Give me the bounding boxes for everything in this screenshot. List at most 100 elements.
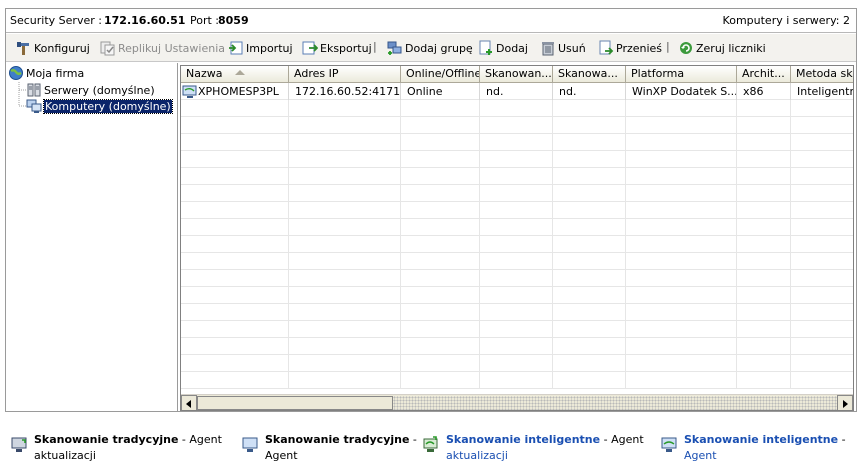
empty-table-row xyxy=(181,100,853,117)
smart-update-agent-icon xyxy=(423,436,438,452)
empty-cell xyxy=(737,321,791,338)
column-header-online[interactable]: Online/Offline xyxy=(401,66,480,83)
empty-cell xyxy=(626,287,737,304)
empty-cell xyxy=(553,304,626,321)
scrollbar-thumb[interactable] xyxy=(197,396,393,410)
empty-cell xyxy=(553,100,626,117)
empty-cell xyxy=(480,270,553,287)
column-header-scan-1[interactable]: Skanowan... xyxy=(480,66,553,83)
tree-item-my-company[interactable]: Moja firma xyxy=(8,65,84,81)
empty-cell xyxy=(181,202,289,219)
empty-cell xyxy=(791,134,853,151)
scrollbar-track[interactable] xyxy=(393,396,837,410)
empty-cell xyxy=(181,338,289,355)
column-header-scan-method[interactable]: Metoda ska... xyxy=(791,66,853,83)
empty-cell xyxy=(401,185,480,202)
empty-table-row xyxy=(181,270,853,287)
empty-table-row xyxy=(181,321,853,338)
empty-cell xyxy=(737,151,791,168)
configure-button[interactable]: Konfiguruj xyxy=(16,39,90,57)
empty-cell xyxy=(289,355,401,372)
empty-table-row xyxy=(181,372,853,389)
table-body: XPHOMESP3PL 172.16.60.52:41719 Online nd… xyxy=(181,83,853,394)
tree-item-servers-default[interactable]: Serwery (domyślne) xyxy=(26,82,155,98)
empty-table-row xyxy=(181,355,853,372)
reset-counters-icon xyxy=(680,42,692,54)
cell-scan-1: nd. xyxy=(480,83,553,100)
empty-cell xyxy=(553,219,626,236)
export-icon xyxy=(302,41,318,55)
empty-cell xyxy=(401,321,480,338)
table-row[interactable]: XPHOMESP3PL 172.16.60.52:41719 Online nd… xyxy=(181,83,853,100)
empty-cell xyxy=(791,151,853,168)
export-button[interactable]: Eksportuj xyxy=(302,39,372,57)
empty-cell xyxy=(737,202,791,219)
empty-cell xyxy=(289,236,401,253)
empty-cell xyxy=(626,253,737,270)
empty-cell xyxy=(401,355,480,372)
empty-cell xyxy=(626,321,737,338)
empty-cell xyxy=(181,287,289,304)
sort-ascending-icon xyxy=(235,70,245,75)
empty-table-row xyxy=(181,219,853,236)
empty-cell xyxy=(553,355,626,372)
empty-cell xyxy=(289,253,401,270)
empty-cell xyxy=(401,270,480,287)
toolbar: Konfiguruj Replikuj Ustawienia Importuj … xyxy=(6,34,856,62)
empty-cell xyxy=(289,185,401,202)
reset-counters-button[interactable]: Zeruj liczniki xyxy=(678,39,766,57)
computers-table: Nazwa Adres IP Online/Offline Skanowan..… xyxy=(180,65,854,411)
empty-cell xyxy=(181,185,289,202)
empty-cell xyxy=(480,117,553,134)
scroll-right-button[interactable] xyxy=(837,395,853,410)
column-header-scan-2[interactable]: Skanowa... xyxy=(553,66,626,83)
horizontal-scrollbar[interactable] xyxy=(181,394,853,410)
empty-cell xyxy=(181,219,289,236)
empty-cell xyxy=(289,134,401,151)
empty-cell xyxy=(289,287,401,304)
empty-cell xyxy=(401,219,480,236)
cell-online: Online xyxy=(401,83,480,100)
scroll-left-button[interactable] xyxy=(181,395,197,410)
empty-cell xyxy=(791,270,853,287)
empty-cell xyxy=(289,219,401,236)
empty-cell xyxy=(181,134,289,151)
empty-cell xyxy=(181,355,289,372)
empty-cell xyxy=(480,236,553,253)
conventional-agent-icon xyxy=(242,437,258,452)
replicate-settings-button[interactable]: Replikuj Ustawienia xyxy=(100,39,225,57)
empty-cell xyxy=(791,355,853,372)
cell-name: XPHOMESP3PL xyxy=(181,83,289,100)
empty-cell xyxy=(181,117,289,134)
empty-cell xyxy=(553,338,626,355)
legend-conventional-agent: Skanowanie tradycyjne - Agent xyxy=(241,432,417,466)
cell-scan-method: Inteligentne xyxy=(791,83,853,100)
add-button[interactable]: Dodaj xyxy=(478,39,528,57)
empty-cell xyxy=(181,100,289,117)
wrench-hammer-icon xyxy=(17,42,29,55)
empty-cell xyxy=(401,134,480,151)
empty-cell xyxy=(737,253,791,270)
empty-cell xyxy=(626,185,737,202)
column-header-platform[interactable]: Platforma xyxy=(626,66,737,83)
empty-cell xyxy=(791,117,853,134)
column-header-arch[interactable]: Archit... xyxy=(737,66,791,83)
empty-cell xyxy=(791,287,853,304)
import-icon xyxy=(229,41,243,55)
tree-item-computers-default[interactable]: Komputery (domyślne) xyxy=(26,98,173,114)
remove-button[interactable]: Usuń xyxy=(540,39,586,57)
empty-cell xyxy=(480,321,553,338)
globe-network-icon xyxy=(9,66,23,80)
empty-cell xyxy=(480,100,553,117)
add-group-button[interactable]: Dodaj grupę xyxy=(387,39,473,57)
conventional-update-agent-icon xyxy=(11,437,27,452)
security-server-console: Security Server : 172.16.60.51 Port : 80… xyxy=(5,8,857,412)
empty-cell xyxy=(181,253,289,270)
smart-agent-icon xyxy=(661,437,677,452)
server-label: Security Server : xyxy=(10,14,102,27)
empty-cell xyxy=(289,270,401,287)
column-header-ip[interactable]: Adres IP xyxy=(289,66,401,83)
import-button[interactable]: Importuj xyxy=(228,39,293,57)
move-button[interactable]: Przenieś xyxy=(598,39,662,57)
empty-table-row xyxy=(181,304,853,321)
